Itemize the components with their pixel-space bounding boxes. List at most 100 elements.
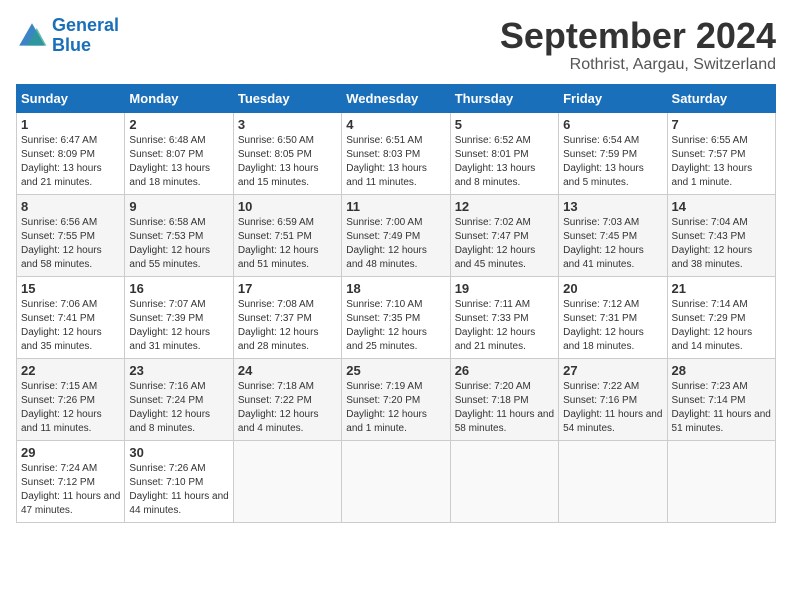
day-info: Sunrise: 7:08 AMSunset: 7:37 PMDaylight:… (238, 298, 337, 354)
table-row: 18 Sunrise: 7:10 AMSunset: 7:35 PMDayligh… (342, 276, 450, 358)
table-row: 2Sunrise: 6:48 AMSunset: 8:07 PMDaylight… (125, 112, 233, 194)
day-number: 20 (563, 281, 662, 296)
col-sunday: Sunday (17, 84, 125, 112)
logo: General Blue (16, 16, 119, 56)
day-info: Sunrise: 6:51 AMSunset: 8:03 PMDaylight:… (346, 134, 445, 190)
table-row (450, 440, 558, 522)
day-info: Sunrise: 7:06 AMSunset: 7:41 PMDaylight:… (21, 298, 120, 354)
day-info: Sunrise: 7:16 AMSunset: 7:24 PMDaylight:… (129, 380, 228, 436)
day-number: 30 (129, 445, 228, 460)
day-info: Sunrise: 6:52 AMSunset: 8:01 PMDaylight:… (455, 134, 554, 190)
calendar-header-row: Sunday Monday Tuesday Wednesday Thursday… (17, 84, 776, 112)
day-number: 22 (21, 363, 120, 378)
table-row: 4 Sunrise: 6:51 AMSunset: 8:03 PMDaylight… (342, 112, 450, 194)
table-row: 12Sunrise: 7:02 AMSunset: 7:47 PMDayligh… (450, 194, 558, 276)
table-row: 27 Sunrise: 7:22 AMSunset: 7:16 PMDayligh… (559, 358, 667, 440)
day-info: Sunrise: 6:58 AMSunset: 7:53 PMDaylight:… (129, 216, 228, 272)
calendar-body: 1Sunrise: 6:47 AMSunset: 8:09 PMDaylight… (17, 112, 776, 522)
day-number: 7 (672, 117, 771, 132)
col-wednesday: Wednesday (342, 84, 450, 112)
day-info: Sunrise: 7:07 AMSunset: 7:39 PMDaylight:… (129, 298, 228, 354)
day-info: Sunrise: 7:14 AMSunset: 7:29 PMDaylight:… (672, 298, 771, 354)
day-info: Sunrise: 7:11 AMSunset: 7:33 PMDaylight:… (455, 298, 554, 354)
day-number: 8 (21, 199, 120, 214)
day-number: 29 (21, 445, 120, 460)
day-number: 10 (238, 199, 337, 214)
table-row: 26 Sunrise: 7:20 AMSunset: 7:18 PMDayligh… (450, 358, 558, 440)
title-area: September 2024 Rothrist, Aargau, Switzer… (500, 16, 776, 74)
calendar-week-row: 22Sunrise: 7:15 AMSunset: 7:26 PMDayligh… (17, 358, 776, 440)
day-info: Sunrise: 7:20 AMSunset: 7:18 PMDaylight:… (455, 380, 554, 436)
day-info: Sunrise: 7:03 AMSunset: 7:45 PMDaylight:… (563, 216, 662, 272)
logo-icon (16, 20, 48, 52)
day-info: Sunrise: 6:55 AMSunset: 7:57 PMDaylight:… (672, 134, 771, 190)
table-row (233, 440, 341, 522)
day-number: 2 (129, 117, 228, 132)
table-row: 29Sunrise: 7:24 AMSunset: 7:12 PMDayligh… (17, 440, 125, 522)
day-info: Sunrise: 7:22 AMSunset: 7:16 PMDaylight:… (563, 380, 662, 436)
col-saturday: Saturday (667, 84, 775, 112)
day-info: Sunrise: 6:54 AMSunset: 7:59 PMDaylight:… (563, 134, 662, 190)
day-number: 3 (238, 117, 337, 132)
day-number: 5 (455, 117, 554, 132)
day-number: 11 (346, 199, 445, 214)
day-number: 13 (563, 199, 662, 214)
table-row: 13 Sunrise: 7:03 AMSunset: 7:45 PMDayligh… (559, 194, 667, 276)
day-number: 27 (563, 363, 662, 378)
table-row: 25Sunrise: 7:19 AMSunset: 7:20 PMDayligh… (342, 358, 450, 440)
table-row: 23 Sunrise: 7:16 AMSunset: 7:24 PMDayligh… (125, 358, 233, 440)
table-row: 3 Sunrise: 6:50 AMSunset: 8:05 PMDaylight… (233, 112, 341, 194)
calendar-week-row: 8 Sunrise: 6:56 AMSunset: 7:55 PMDaylight… (17, 194, 776, 276)
header: General Blue September 2024 Rothrist, Aa… (16, 16, 776, 74)
day-info: Sunrise: 6:47 AMSunset: 8:09 PMDaylight:… (21, 134, 120, 190)
table-row (667, 440, 775, 522)
day-info: Sunrise: 7:19 AMSunset: 7:20 PMDaylight:… (346, 380, 445, 436)
table-row: 14 Sunrise: 7:04 AMSunset: 7:43 PMDayligh… (667, 194, 775, 276)
table-row: 10 Sunrise: 6:59 AMSunset: 7:51 PMDayligh… (233, 194, 341, 276)
calendar-week-row: 1Sunrise: 6:47 AMSunset: 8:09 PMDaylight… (17, 112, 776, 194)
day-info: Sunrise: 6:59 AMSunset: 7:51 PMDaylight:… (238, 216, 337, 272)
table-row: 30 Sunrise: 7:26 AMSunset: 7:10 PMDayligh… (125, 440, 233, 522)
day-info: Sunrise: 6:50 AMSunset: 8:05 PMDaylight:… (238, 134, 337, 190)
day-number: 26 (455, 363, 554, 378)
day-info: Sunrise: 7:18 AMSunset: 7:22 PMDaylight:… (238, 380, 337, 436)
day-number: 19 (455, 281, 554, 296)
table-row: 17 Sunrise: 7:08 AMSunset: 7:37 PMDayligh… (233, 276, 341, 358)
table-row: 1Sunrise: 6:47 AMSunset: 8:09 PMDaylight… (17, 112, 125, 194)
day-number: 28 (672, 363, 771, 378)
col-tuesday: Tuesday (233, 84, 341, 112)
table-row (559, 440, 667, 522)
logo-text: General Blue (52, 16, 119, 56)
table-row: 9 Sunrise: 6:58 AMSunset: 7:53 PMDaylight… (125, 194, 233, 276)
day-info: Sunrise: 7:23 AMSunset: 7:14 PMDaylight:… (672, 380, 771, 436)
logo-line1: General (52, 15, 119, 35)
table-row: 11 Sunrise: 7:00 AMSunset: 7:49 PMDayligh… (342, 194, 450, 276)
day-number: 9 (129, 199, 228, 214)
table-row: 19 Sunrise: 7:11 AMSunset: 7:33 PMDayligh… (450, 276, 558, 358)
day-info: Sunrise: 7:00 AMSunset: 7:49 PMDaylight:… (346, 216, 445, 272)
table-row: 24Sunrise: 7:18 AMSunset: 7:22 PMDayligh… (233, 358, 341, 440)
location-title: Rothrist, Aargau, Switzerland (500, 56, 776, 74)
day-info: Sunrise: 7:12 AMSunset: 7:31 PMDaylight:… (563, 298, 662, 354)
table-row: 5 Sunrise: 6:52 AMSunset: 8:01 PMDaylight… (450, 112, 558, 194)
logo-line2: Blue (52, 35, 91, 55)
table-row: 7 Sunrise: 6:55 AMSunset: 7:57 PMDaylight… (667, 112, 775, 194)
table-row: 15Sunrise: 7:06 AMSunset: 7:41 PMDayligh… (17, 276, 125, 358)
day-number: 16 (129, 281, 228, 296)
table-row: 28 Sunrise: 7:23 AMSunset: 7:14 PMDayligh… (667, 358, 775, 440)
col-friday: Friday (559, 84, 667, 112)
table-row: 20 Sunrise: 7:12 AMSunset: 7:31 PMDayligh… (559, 276, 667, 358)
day-info: Sunrise: 7:26 AMSunset: 7:10 PMDaylight:… (129, 462, 228, 518)
table-row: 16 Sunrise: 7:07 AMSunset: 7:39 PMDayligh… (125, 276, 233, 358)
day-info: Sunrise: 7:10 AMSunset: 7:35 PMDaylight:… (346, 298, 445, 354)
day-info: Sunrise: 7:04 AMSunset: 7:43 PMDaylight:… (672, 216, 771, 272)
day-number: 23 (129, 363, 228, 378)
day-number: 14 (672, 199, 771, 214)
table-row: 21Sunrise: 7:14 AMSunset: 7:29 PMDayligh… (667, 276, 775, 358)
calendar-week-row: 29Sunrise: 7:24 AMSunset: 7:12 PMDayligh… (17, 440, 776, 522)
day-number: 18 (346, 281, 445, 296)
day-number: 4 (346, 117, 445, 132)
day-number: 17 (238, 281, 337, 296)
col-thursday: Thursday (450, 84, 558, 112)
day-info: Sunrise: 6:56 AMSunset: 7:55 PMDaylight:… (21, 216, 120, 272)
